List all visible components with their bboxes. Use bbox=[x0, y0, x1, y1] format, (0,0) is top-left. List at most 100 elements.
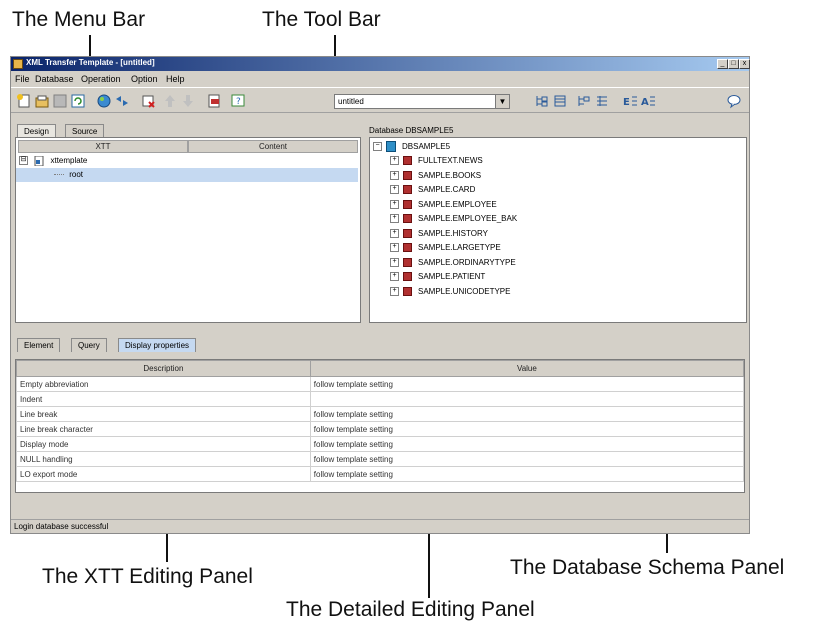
open-template-icon[interactable] bbox=[33, 92, 51, 110]
menu-option[interactable]: Option bbox=[131, 74, 158, 84]
move-up-icon[interactable] bbox=[161, 92, 179, 110]
tree-view-icon[interactable] bbox=[533, 92, 551, 110]
properties-table: Description Value Empty abbreviation foll… bbox=[16, 360, 745, 482]
tree-node-xttemplate[interactable]: ⊟ xttemplate bbox=[16, 154, 358, 168]
tree-detail-icon[interactable] bbox=[575, 92, 593, 110]
table-row[interactable]: Line break follow template setting bbox=[16, 406, 745, 422]
db-table-node[interactable]: + SAMPLE.ORDINARYTYPE bbox=[390, 256, 516, 270]
db-table-node[interactable]: + SAMPLE.BOOKS bbox=[390, 169, 481, 183]
db-table-node[interactable]: + SAMPLE.LARGETYPE bbox=[390, 241, 501, 255]
property-description: LO export mode bbox=[16, 466, 311, 482]
property-value[interactable] bbox=[309, 391, 745, 407]
db-table-node[interactable]: + SAMPLE.CARD bbox=[390, 183, 475, 197]
status-bar: Login database successful bbox=[11, 519, 749, 534]
db-table-node[interactable]: + SAMPLE.HISTORY bbox=[390, 227, 488, 241]
property-description: Line break bbox=[16, 406, 311, 422]
table-row[interactable]: Display mode follow template setting bbox=[16, 436, 745, 452]
tab-design[interactable]: Design bbox=[17, 124, 56, 138]
expand-icon[interactable]: + bbox=[390, 156, 399, 166]
expand-icon[interactable]: + bbox=[390, 257, 399, 267]
table-row[interactable]: Line break character follow template sett… bbox=[16, 421, 745, 437]
db-table-label: SAMPLE.ORDINARYTYPE bbox=[418, 257, 516, 267]
maximize-button[interactable]: □ bbox=[728, 59, 739, 69]
property-description: Display mode bbox=[16, 436, 311, 452]
transfer-icon[interactable] bbox=[113, 92, 131, 110]
db-table-node[interactable]: + FULLTEXT.NEWS bbox=[390, 154, 483, 168]
template-select[interactable]: untitled ▼ bbox=[334, 94, 510, 109]
db-table-node[interactable]: + SAMPLE.UNICODETYPE bbox=[390, 285, 510, 299]
move-down-icon[interactable] bbox=[179, 92, 197, 110]
tree-node-root[interactable]: root bbox=[16, 168, 358, 182]
property-description: NULL handling bbox=[16, 451, 311, 467]
comment-icon[interactable] bbox=[725, 92, 743, 110]
table-row[interactable]: Empty abbreviation follow template settin… bbox=[16, 376, 745, 392]
table-icon bbox=[403, 272, 412, 282]
db-table-node[interactable]: + SAMPLE.PATIENT bbox=[390, 270, 485, 284]
connect-database-icon[interactable] bbox=[95, 92, 113, 110]
db-table-label: SAMPLE.BOOKS bbox=[418, 170, 482, 180]
app-icon bbox=[13, 59, 23, 69]
expand-icon[interactable]: + bbox=[390, 170, 399, 180]
column-header-description[interactable]: Description bbox=[16, 360, 311, 377]
collapse-icon[interactable]: ⊟ bbox=[19, 156, 28, 166]
expand-icon[interactable]: + bbox=[390, 228, 399, 238]
database-schema-panel: − DBSAMPLE5 + FULLTEXT.NEWS + SAMPLE.BOOKS + S… bbox=[369, 137, 747, 323]
db-root-node[interactable]: − DBSAMPLE5 bbox=[373, 140, 450, 154]
status-text: Login database successful bbox=[14, 522, 109, 531]
expand-icon[interactable]: + bbox=[390, 185, 399, 195]
menu-operation[interactable]: Operation bbox=[81, 74, 121, 84]
tab-source[interactable]: Source bbox=[65, 124, 105, 138]
export-icon[interactable] bbox=[205, 92, 223, 110]
property-value[interactable]: follow template setting bbox=[309, 406, 745, 422]
property-value[interactable]: follow template setting bbox=[309, 376, 745, 392]
tab-element[interactable]: Element bbox=[17, 338, 61, 352]
new-template-icon[interactable] bbox=[15, 92, 33, 110]
xtt-editing-panel: XTT Content ⊟ xttemplate root bbox=[15, 137, 361, 323]
tree-connector bbox=[54, 174, 64, 176]
close-button[interactable]: x bbox=[739, 59, 750, 69]
db-table-label: SAMPLE.EMPLOYEE bbox=[418, 199, 497, 209]
db-table-node[interactable]: + SAMPLE.EMPLOYEE bbox=[390, 198, 497, 212]
database-icon bbox=[386, 141, 396, 153]
menu-database[interactable]: Database bbox=[35, 74, 74, 84]
list-view-icon[interactable] bbox=[551, 92, 569, 110]
column-header-value[interactable]: Value bbox=[309, 360, 745, 377]
table-icon bbox=[403, 185, 412, 195]
column-header-xtt[interactable]: XTT bbox=[18, 140, 188, 153]
expand-icon[interactable]: + bbox=[390, 199, 399, 209]
title-bar[interactable]: XML Transfer Template - [untitled] _ □ x bbox=[11, 57, 750, 71]
db-table-label: SAMPLE.CARD bbox=[418, 185, 476, 194]
tool-bar: ? untitled ▼ E A bbox=[11, 87, 749, 113]
property-description: Indent bbox=[16, 391, 311, 407]
table-row[interactable]: LO export mode follow template setting bbox=[16, 466, 745, 482]
property-value[interactable]: follow template setting bbox=[309, 421, 745, 437]
menu-file[interactable]: File bbox=[15, 74, 30, 84]
table-icon bbox=[403, 170, 412, 180]
save-template-icon[interactable] bbox=[51, 92, 69, 110]
db-root-label: DBSAMPLE5 bbox=[402, 142, 451, 151]
element-icon[interactable]: E bbox=[621, 92, 639, 110]
attribute-icon[interactable]: A bbox=[639, 92, 657, 110]
property-value[interactable]: follow template setting bbox=[309, 451, 745, 467]
collapse-icon[interactable]: − bbox=[373, 142, 382, 152]
column-header-content[interactable]: Content bbox=[188, 140, 358, 153]
table-row[interactable]: NULL handling follow template setting bbox=[16, 451, 745, 467]
expand-icon[interactable]: + bbox=[390, 243, 399, 253]
menu-help[interactable]: Help bbox=[166, 74, 185, 84]
detailed-panel-callout: The Detailed Editing Panel bbox=[286, 598, 535, 621]
tab-display-properties[interactable]: Display properties bbox=[118, 338, 197, 352]
help-icon[interactable]: ? bbox=[229, 92, 247, 110]
expand-icon[interactable]: + bbox=[390, 286, 399, 296]
expand-icon[interactable]: + bbox=[390, 214, 399, 224]
chevron-down-icon[interactable]: ▼ bbox=[495, 95, 509, 108]
table-row[interactable]: Indent bbox=[16, 391, 745, 407]
property-value[interactable]: follow template setting bbox=[309, 466, 745, 482]
delete-icon[interactable] bbox=[139, 92, 157, 110]
minimize-button[interactable]: _ bbox=[717, 59, 728, 69]
grid-icon[interactable] bbox=[593, 92, 611, 110]
expand-icon[interactable]: + bbox=[390, 272, 399, 282]
property-value[interactable]: follow template setting bbox=[309, 436, 745, 452]
refresh-icon[interactable] bbox=[69, 92, 87, 110]
db-table-node[interactable]: + SAMPLE.EMPLOYEE_BAK bbox=[390, 212, 517, 226]
tab-query[interactable]: Query bbox=[71, 338, 107, 352]
